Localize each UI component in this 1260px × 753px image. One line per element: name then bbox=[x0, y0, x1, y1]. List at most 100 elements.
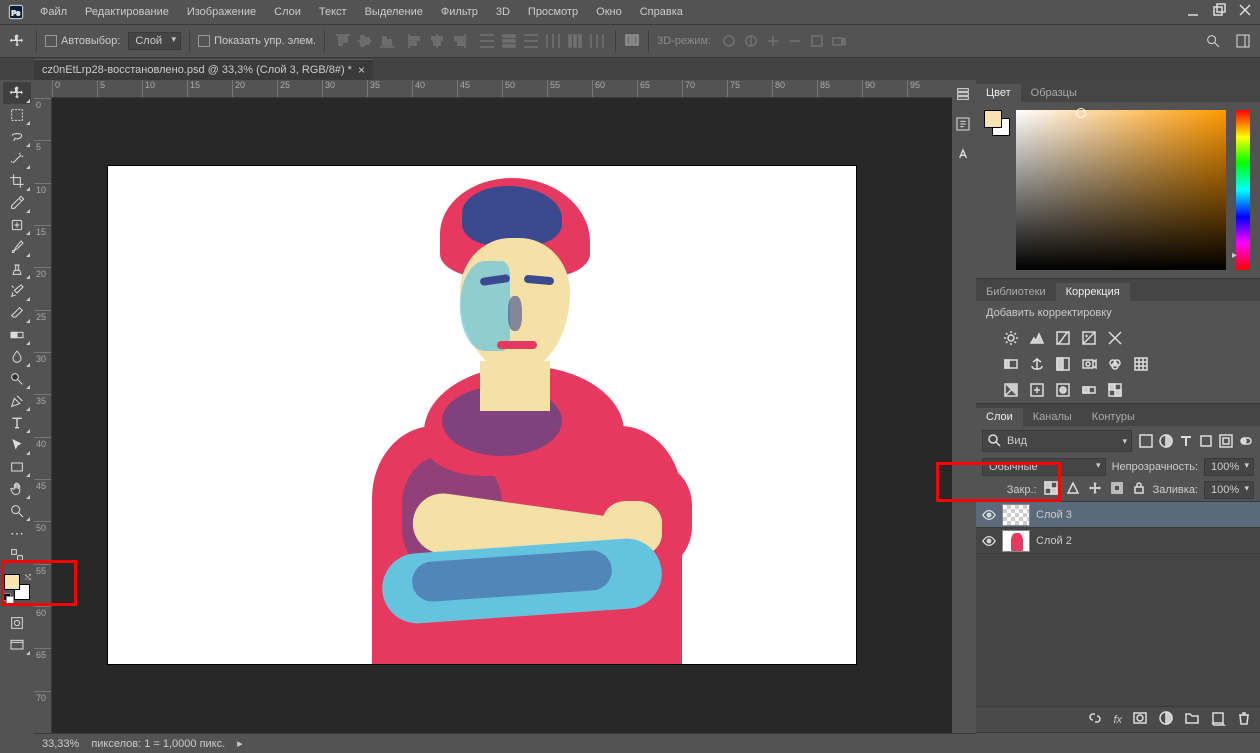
type-tool[interactable] bbox=[3, 412, 31, 434]
zoom-tool[interactable] bbox=[3, 500, 31, 522]
eraser-tool[interactable] bbox=[3, 302, 31, 324]
distribute-vcenter-icon[interactable] bbox=[499, 31, 519, 51]
minimize-button[interactable] bbox=[1186, 3, 1202, 19]
eyedropper-tool[interactable] bbox=[3, 192, 31, 214]
show-controls-checkbox[interactable]: Показать упр. элем. bbox=[198, 35, 316, 47]
workspace-icon[interactable] bbox=[1232, 30, 1254, 52]
tab-swatches[interactable]: Образцы bbox=[1021, 84, 1087, 102]
layer-thumbnail[interactable] bbox=[1002, 530, 1030, 552]
filter-pixel-icon[interactable] bbox=[1138, 433, 1154, 449]
character-panel-icon[interactable] bbox=[955, 146, 973, 164]
history-brush-tool[interactable] bbox=[3, 280, 31, 302]
maximize-button[interactable] bbox=[1212, 3, 1228, 19]
hand-tool[interactable] bbox=[3, 478, 31, 500]
edit-toolbar[interactable] bbox=[3, 544, 31, 566]
selective-color-icon[interactable] bbox=[1106, 381, 1124, 399]
fill-input[interactable]: 100% bbox=[1204, 481, 1254, 499]
opacity-input[interactable]: 100% bbox=[1204, 458, 1254, 476]
distribute-left-icon[interactable] bbox=[543, 31, 563, 51]
layer-row[interactable]: Слой 3 bbox=[976, 502, 1260, 528]
channel-mixer-icon[interactable] bbox=[1106, 355, 1124, 373]
tab-adjustments[interactable]: Коррекция bbox=[1056, 283, 1130, 301]
new-layer-icon[interactable] bbox=[1210, 710, 1226, 729]
posterize-icon[interactable] bbox=[1028, 381, 1046, 399]
lock-position-icon[interactable] bbox=[1087, 480, 1103, 499]
path-selection-tool[interactable] bbox=[3, 434, 31, 456]
lasso-tool[interactable] bbox=[3, 126, 31, 148]
status-info[interactable]: пикселов: 1 = 1,0000 пикс. bbox=[91, 738, 225, 750]
lock-artboard-icon[interactable] bbox=[1109, 480, 1125, 499]
move-tool[interactable] bbox=[3, 82, 31, 104]
visibility-toggle[interactable] bbox=[982, 507, 996, 523]
layer-mask-icon[interactable] bbox=[1132, 710, 1148, 729]
menu-image[interactable]: Изображение bbox=[179, 3, 264, 21]
filter-smart-icon[interactable] bbox=[1218, 433, 1234, 449]
lock-image-icon[interactable] bbox=[1065, 480, 1081, 499]
menu-text[interactable]: Текст bbox=[311, 3, 355, 21]
rectangle-tool[interactable] bbox=[3, 456, 31, 478]
menu-view[interactable]: Просмотр bbox=[520, 3, 586, 21]
align-top-icon[interactable] bbox=[333, 31, 353, 51]
healing-brush-tool[interactable] bbox=[3, 214, 31, 236]
layer-name[interactable]: Слой 3 bbox=[1036, 509, 1072, 521]
menu-window[interactable]: Окно bbox=[588, 3, 630, 21]
align-bottom-icon[interactable] bbox=[377, 31, 397, 51]
blend-mode-dropdown[interactable]: Обычные bbox=[982, 458, 1106, 476]
autoselect-target-dropdown[interactable]: Слой bbox=[128, 32, 181, 50]
layer-name[interactable]: Слой 2 bbox=[1036, 535, 1072, 547]
hue-icon[interactable] bbox=[1002, 355, 1020, 373]
pen-tool[interactable] bbox=[3, 390, 31, 412]
distribute-top-icon[interactable] bbox=[477, 31, 497, 51]
lock-all-icon[interactable] bbox=[1131, 480, 1147, 499]
auto-align-icon[interactable] bbox=[624, 32, 640, 51]
menu-help[interactable]: Справка bbox=[632, 3, 691, 21]
menu-filter[interactable]: Фильтр bbox=[433, 3, 486, 21]
clone-stamp-tool[interactable] bbox=[3, 258, 31, 280]
ruler-vertical[interactable]: 0510152025303540455055606570 bbox=[34, 98, 52, 733]
align-left-icon[interactable] bbox=[405, 31, 425, 51]
gradient-map-icon[interactable] bbox=[1080, 381, 1098, 399]
color-lookup-icon[interactable] bbox=[1132, 355, 1150, 373]
group-icon[interactable] bbox=[1184, 710, 1200, 729]
screen-mode-tool[interactable] bbox=[3, 634, 31, 656]
properties-panel-icon[interactable] bbox=[955, 116, 973, 134]
status-chevron-icon[interactable]: ▸ bbox=[237, 737, 243, 750]
link-layers-icon[interactable] bbox=[1087, 710, 1103, 729]
curves-icon[interactable] bbox=[1054, 329, 1072, 347]
autoselect-checkbox[interactable]: Автовыбор: bbox=[45, 35, 120, 47]
filter-type-icon[interactable] bbox=[1178, 433, 1194, 449]
align-hcenter-icon[interactable] bbox=[427, 31, 447, 51]
dodge-tool[interactable] bbox=[3, 368, 31, 390]
tab-color[interactable]: Цвет bbox=[976, 84, 1021, 102]
brightness-icon[interactable] bbox=[1002, 329, 1020, 347]
layer-row[interactable]: Слой 2 bbox=[976, 528, 1260, 554]
filter-adjustment-icon[interactable] bbox=[1158, 433, 1174, 449]
vibrance-icon[interactable] bbox=[1106, 329, 1124, 347]
tab-paths[interactable]: Контуры bbox=[1082, 408, 1145, 426]
menu-layer[interactable]: Слои bbox=[266, 3, 309, 21]
hue-slider[interactable]: ▸ bbox=[1236, 110, 1250, 270]
swap-colors-icon[interactable]: ⤭ bbox=[25, 573, 31, 583]
distribute-right-icon[interactable] bbox=[587, 31, 607, 51]
zoom-level[interactable]: 33,33% bbox=[42, 738, 79, 750]
history-panel-icon[interactable] bbox=[955, 86, 973, 104]
distribute-hcenter-icon[interactable] bbox=[565, 31, 585, 51]
lock-transparency-icon[interactable] bbox=[1043, 480, 1059, 499]
brush-tool[interactable] bbox=[3, 236, 31, 258]
tab-layers[interactable]: Слои bbox=[976, 408, 1023, 426]
exposure-icon[interactable] bbox=[1080, 329, 1098, 347]
default-colors-icon[interactable] bbox=[3, 593, 11, 601]
layer-style-icon[interactable]: fx bbox=[1113, 714, 1122, 726]
layer-filter-dropdown[interactable]: Вид ▾ bbox=[982, 430, 1132, 452]
invert-icon[interactable] bbox=[1002, 381, 1020, 399]
extra-tools[interactable]: ⋯ bbox=[3, 522, 31, 544]
blur-tool[interactable] bbox=[3, 346, 31, 368]
color-balance-icon[interactable] bbox=[1028, 355, 1046, 373]
menu-select[interactable]: Выделение bbox=[357, 3, 431, 21]
close-button[interactable] bbox=[1238, 3, 1254, 19]
gradient-tool[interactable] bbox=[3, 324, 31, 346]
ruler-horizontal[interactable]: 05101520253035404550556065707580859095 bbox=[52, 80, 952, 98]
search-icon[interactable] bbox=[1202, 30, 1224, 52]
bw-icon[interactable] bbox=[1054, 355, 1072, 373]
magic-wand-tool[interactable] bbox=[3, 148, 31, 170]
